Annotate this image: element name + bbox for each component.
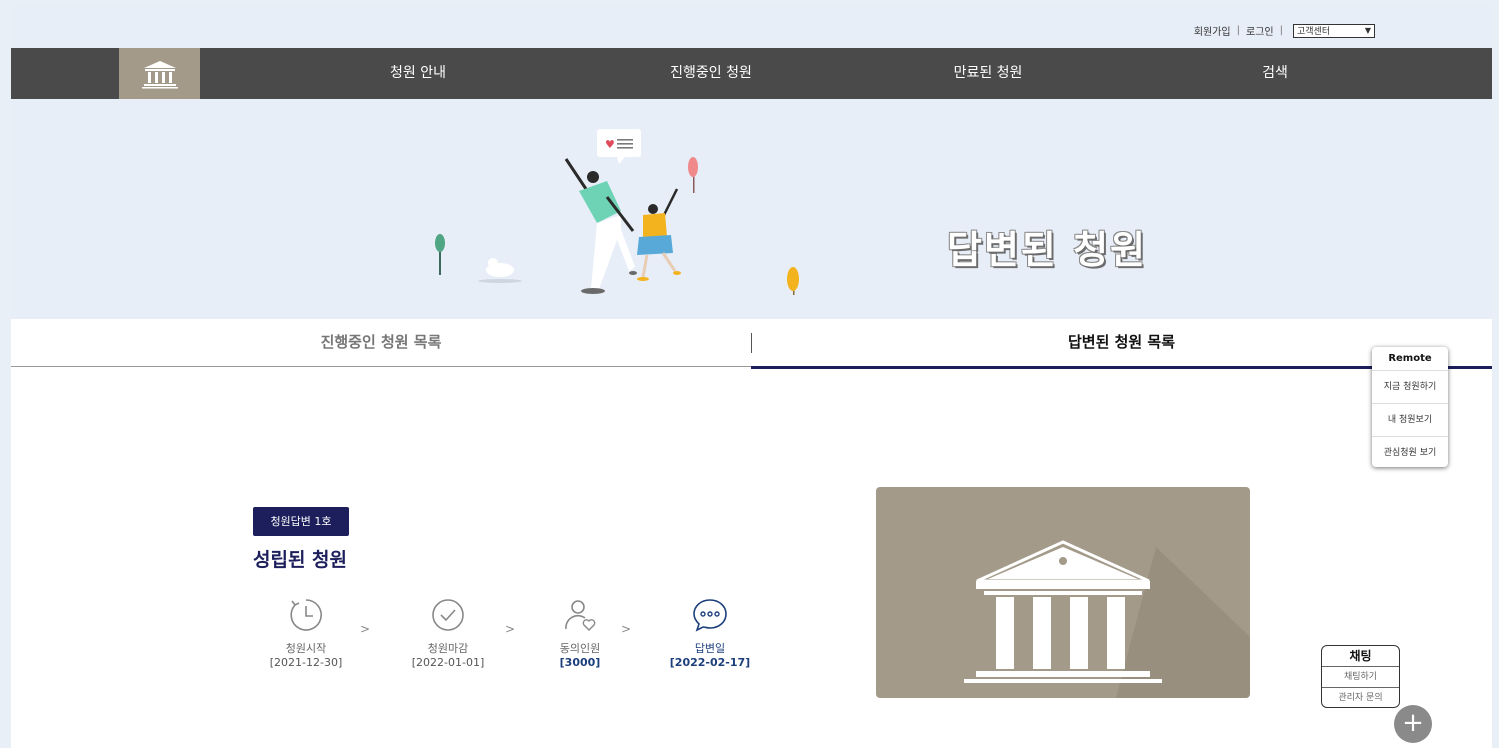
svg-text:♥: ♥ — [605, 138, 615, 151]
chat-widget: 채팅 채팅하기 관리자 문의 — [1321, 645, 1400, 708]
check-circle-icon — [432, 599, 464, 631]
chat-bubble-icon — [693, 599, 727, 632]
courthouse-icon — [141, 60, 178, 88]
separator: | — [1236, 25, 1241, 36]
chat-title: 채팅 — [1322, 646, 1399, 667]
step-label: 청원마감 — [427, 642, 469, 655]
hero-title: 답변된 청원 — [947, 228, 1148, 272]
step-label: 답변일 — [694, 642, 726, 655]
step-start: 청원시작 [2021-12-30] — [246, 596, 366, 669]
nav-item-search[interactable]: 검색 — [1262, 48, 1288, 99]
courthouse-icon — [964, 540, 1250, 698]
utility-links: 회원가입 | 로그인 | 고객센터 ▼ — [1194, 23, 1375, 38]
chat-start-button[interactable]: 채팅하기 — [1322, 667, 1399, 688]
step-answer: 답변일 [2022-02-17] — [650, 596, 770, 669]
logo-home-button[interactable] — [119, 48, 200, 99]
step-arrow-icon: > — [505, 622, 516, 636]
tab-bar: 진행중인 청원 목록 답변된 청원 목록 — [11, 319, 1492, 369]
nav-item-in-progress[interactable]: 진행중인 청원 — [670, 48, 752, 99]
petition-image[interactable] — [876, 487, 1250, 698]
petition-badge: 청원답변 1호 — [253, 507, 349, 536]
step-value: [2021-12-30] — [269, 656, 343, 669]
remote-item-favorites[interactable]: 관심청원 보기 — [1372, 437, 1448, 469]
nav-item-expired[interactable]: 만료된 청원 — [954, 48, 1023, 99]
remote-panel: Remote 지금 청원하기 내 청원보기 관심청원 보기 — [1372, 347, 1448, 467]
person-heart-icon — [565, 600, 596, 631]
customer-center-select[interactable]: 고객센터 ▼ — [1293, 23, 1375, 38]
step-label: 청원시작 — [285, 642, 327, 655]
signup-link[interactable]: 회원가입 — [1194, 23, 1231, 38]
remote-item-petition-now[interactable]: 지금 청원하기 — [1372, 371, 1448, 404]
tab-in-progress[interactable]: 진행중인 청원 목록 — [11, 319, 751, 367]
admin-inquiry-button[interactable]: 관리자 문의 — [1322, 688, 1399, 707]
step-arrow-icon: > — [360, 622, 371, 636]
step-value: [3000] — [559, 656, 601, 669]
remote-item-my-petitions[interactable]: 내 청원보기 — [1372, 404, 1448, 437]
plus-icon[interactable]: + — [1394, 705, 1432, 743]
login-link[interactable]: 로그인 — [1246, 23, 1274, 38]
step-value: [2022-01-01] — [411, 656, 485, 669]
clock-icon — [290, 599, 322, 631]
petition-title[interactable]: 성립된 청원 — [253, 545, 347, 572]
family-illustration: ♥ — [435, 129, 799, 295]
nav-item-guide[interactable]: 청원 안내 — [390, 48, 446, 99]
main-nav: 청원 안내 진행중인 청원 만료된 청원 검색 — [11, 48, 1492, 99]
remote-title: Remote — [1372, 347, 1448, 371]
hero-banner: ♥ 답변된 청원 — [11, 99, 1492, 319]
step-label: 동의인원 — [559, 642, 601, 655]
step-end: 청원마감 [2022-01-01] — [388, 596, 508, 669]
customer-center-value: 고객센터 — [1297, 27, 1331, 37]
chevron-down-icon: ▼ — [1364, 26, 1371, 35]
step-arrow-icon: > — [621, 622, 632, 636]
separator: | — [1279, 25, 1283, 36]
utility-bar: 회원가입 | 로그인 | 고객센터 ▼ — [11, 5, 1492, 48]
step-value: [2022-02-17] — [669, 656, 751, 669]
